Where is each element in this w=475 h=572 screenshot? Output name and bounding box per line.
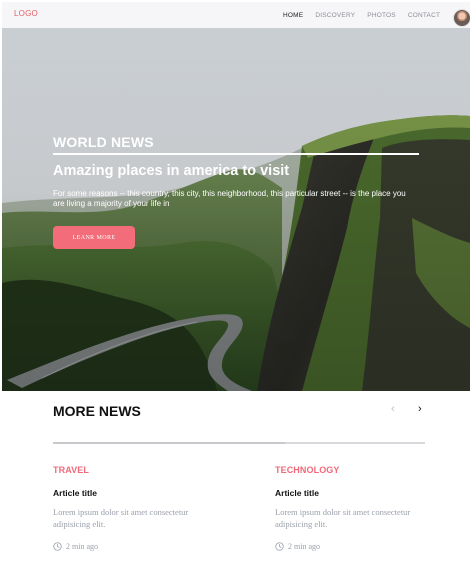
clock-icon	[53, 542, 62, 551]
hero-landscape-image	[2, 28, 470, 391]
hero-banner: WORLD NEWS Amazing places in america to …	[2, 28, 470, 391]
article-category[interactable]: TECHNOLOGY	[275, 465, 445, 475]
arrow-left-icon[interactable]: ‹	[391, 403, 395, 415]
logo[interactable]: LOGO	[14, 9, 38, 18]
main-nav: HOME DISCOVERY PHOTOS CONTACT	[283, 12, 440, 19]
article-title[interactable]: Article title	[275, 488, 445, 498]
article-category[interactable]: TRAVEL	[53, 465, 223, 475]
article-excerpt: Lorem ipsum dolor sit amet consectetur a…	[53, 507, 189, 529]
arrow-right-icon[interactable]: ›	[418, 403, 422, 415]
nav-item-discovery[interactable]: DISCOVERY	[315, 12, 355, 19]
top-navbar: LOGO HOME DISCOVERY PHOTOS CONTACT	[2, 2, 470, 29]
article-title[interactable]: Article title	[53, 488, 223, 498]
hero-kicker: WORLD NEWS	[53, 134, 419, 155]
more-news-heading: MORE NEWS	[53, 403, 141, 419]
section-divider	[53, 442, 425, 444]
news-card[interactable]: TRAVEL Article title Lorem ipsum dolor s…	[53, 465, 223, 551]
avatar[interactable]	[453, 9, 470, 27]
hero-description: For some reasons -- this country, this c…	[53, 189, 406, 208]
article-time: 2 min ago	[66, 542, 98, 551]
clock-icon	[275, 542, 284, 551]
article-time: 2 min ago	[288, 542, 320, 551]
hero-title: Amazing places in america to visit	[53, 163, 290, 179]
article-meta: 2 min ago	[275, 542, 445, 551]
news-card[interactable]: TECHNOLOGY Article title Lorem ipsum dol…	[275, 465, 445, 551]
article-meta: 2 min ago	[53, 542, 223, 551]
hero-content: WORLD NEWS Amazing places in america to …	[53, 134, 419, 249]
nav-item-contact[interactable]: CONTACT	[408, 12, 440, 19]
article-excerpt: Lorem ipsum dolor sit amet consectetur a…	[275, 507, 411, 529]
learn-more-button[interactable]: LEANR MORE	[53, 226, 135, 249]
nav-item-photos[interactable]: PHOTOS	[367, 12, 396, 19]
page-frame: LOGO HOME DISCOVERY PHOTOS CONTACT WORLD…	[2, 2, 470, 570]
nav-item-home[interactable]: HOME	[283, 12, 303, 19]
